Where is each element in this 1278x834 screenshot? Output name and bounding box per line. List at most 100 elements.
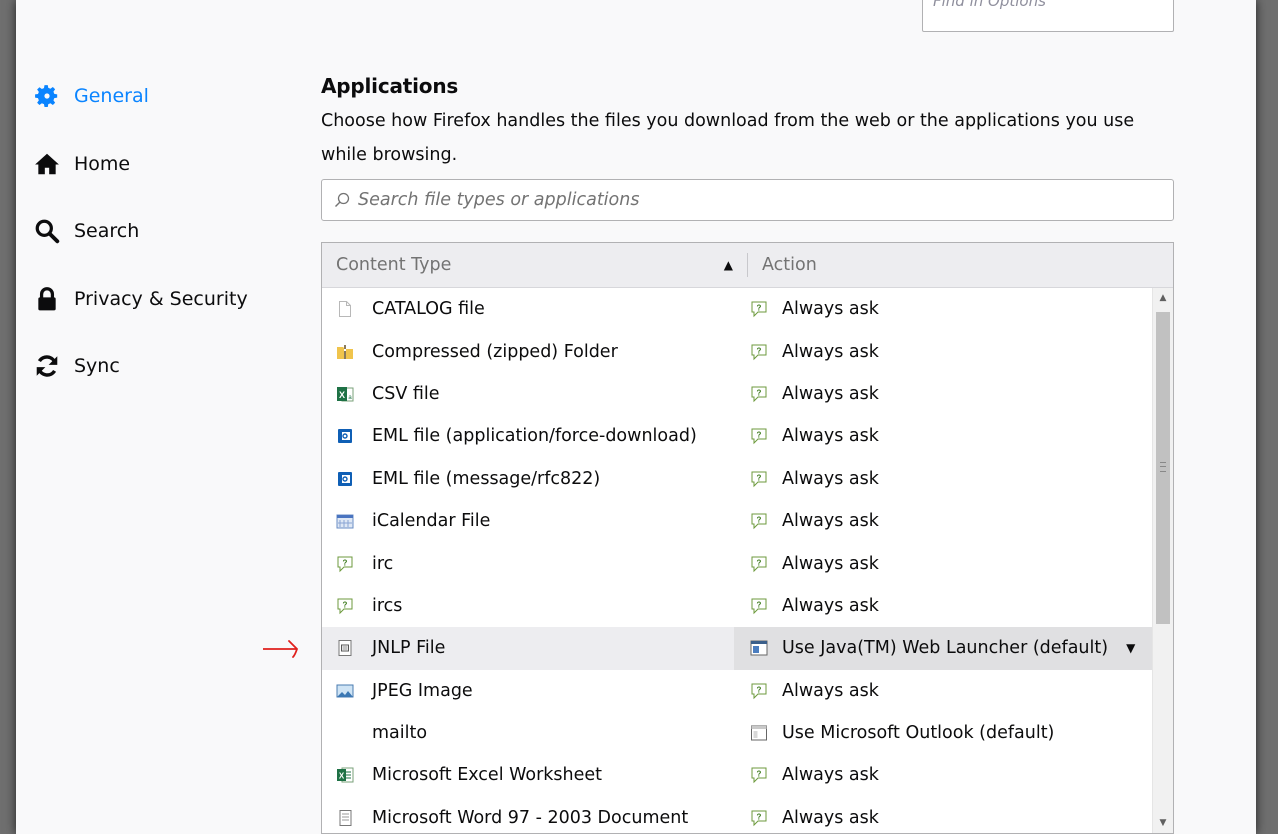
content-type-cell: Xa CSV file — [322, 384, 734, 404]
sort-ascending-icon: ▲ — [723, 258, 733, 272]
table-row[interactable]: Xa CSV file? Always ask — [322, 373, 1152, 415]
search-icon — [335, 192, 350, 207]
svg-text:?: ? — [757, 600, 762, 609]
svg-text:?: ? — [757, 304, 762, 313]
action-label: Always ask — [782, 468, 879, 489]
column-label: Content Type — [336, 255, 452, 275]
chevron-down-icon[interactable]: ▼ — [1126, 641, 1135, 655]
action-dropdown[interactable]: Use Java(TM) Web Launcher (default) ▼ — [734, 627, 1152, 670]
action-label: Always ask — [782, 553, 879, 574]
table-row[interactable]: EML file (application/force-download)? Al… — [322, 415, 1152, 457]
table-row[interactable]: ? ircs? Always ask — [322, 585, 1152, 627]
content-type-label: Microsoft Word 97 - 2003 Document — [372, 807, 689, 828]
ask-icon: ? — [750, 555, 768, 573]
sidebar-item-label: Search — [74, 220, 140, 242]
action-label: Always ask — [782, 383, 879, 404]
table-row[interactable]: ? irc ? Always ask — [322, 542, 1152, 584]
table-row[interactable]: iCalendar File? Always ask — [322, 500, 1152, 542]
content-type-label: JNLP File — [372, 638, 446, 659]
action-label: Always ask — [782, 807, 879, 828]
table-row[interactable]: EML file (message/rfc822)? Always ask — [322, 458, 1152, 500]
action-label: Use Java(TM) Web Launcher (default) — [782, 638, 1109, 659]
category-sidebar: General Home Search Privacy & Security S… — [34, 76, 274, 414]
search-icon — [34, 218, 60, 244]
table-row[interactable]: JNLP File Use Java(TM) Web Launcher (defa… — [322, 627, 1152, 670]
table-row[interactable]: Microsoft Word 97 - 2003 Document? Always… — [322, 797, 1152, 833]
table-row[interactable]: X Microsoft Excel Worksheet ? Always ask — [322, 754, 1152, 796]
action-cell: ? Always ask — [734, 754, 1152, 796]
table-row[interactable]: mailto Use Microsoft Outlook (default) — [322, 712, 1152, 754]
content-type-label: ircs — [372, 595, 403, 616]
ask-icon: ? — [750, 597, 768, 615]
home-icon — [34, 151, 60, 177]
action-cell: ? Always ask — [734, 288, 1152, 330]
table-scrollbar[interactable]: ▲ ▼ — [1152, 288, 1173, 833]
svg-text:?: ? — [757, 473, 762, 482]
outlook-app-icon — [750, 724, 768, 742]
gear-icon — [34, 83, 60, 109]
excel-csv-icon: Xa — [336, 385, 354, 403]
ask-icon: ? — [750, 470, 768, 488]
content-type-label: Microsoft Excel Worksheet — [372, 765, 603, 786]
column-header-content-type[interactable]: Content Type ▲ — [322, 253, 748, 277]
grip-icon — [1160, 462, 1166, 472]
sidebar-item-home[interactable]: Home — [34, 144, 274, 184]
content-type-cell: JPEG Image — [322, 681, 734, 701]
column-header-action[interactable]: Action — [748, 255, 817, 275]
sidebar-item-label: General — [74, 85, 149, 107]
sync-icon — [34, 353, 60, 379]
section-heading: Applications — [321, 74, 459, 98]
content-type-cell: Microsoft Word 97 - 2003 Document — [322, 808, 734, 828]
content-type-cell: Compressed (zipped) Folder — [322, 342, 734, 362]
svg-text:?: ? — [757, 558, 762, 567]
content-type-label: irc — [372, 553, 394, 574]
svg-text:?: ? — [343, 600, 348, 609]
content-type-cell: JNLP File — [322, 638, 734, 658]
action-cell: ? Always ask — [734, 797, 1152, 833]
ask-icon: ? — [750, 385, 768, 403]
action-cell: ? Always ask — [734, 542, 1152, 584]
action-cell: ? Always ask — [734, 458, 1152, 500]
svg-text:?: ? — [757, 812, 762, 821]
sidebar-item-search[interactable]: Search — [34, 211, 274, 251]
action-label: Always ask — [782, 511, 879, 532]
content-type-label: iCalendar File — [372, 511, 491, 532]
content-type-label: JPEG Image — [372, 680, 473, 701]
table-header: Content Type ▲ Action — [322, 243, 1173, 288]
image-icon — [336, 682, 354, 700]
blank-file-icon — [336, 300, 354, 318]
table-row[interactable]: JPEG Image ? Always ask — [322, 670, 1152, 712]
sidebar-item-privacy-security[interactable]: Privacy & Security — [34, 279, 274, 319]
applications-section: Applications Choose how Firefox handles … — [321, 74, 1181, 834]
jnlp-file-icon — [336, 639, 354, 657]
content-type-cell: CATALOG file — [322, 299, 734, 319]
zip-folder-icon — [336, 343, 354, 361]
action-cell: ? Always ask — [734, 670, 1152, 712]
ask-icon: ? — [750, 512, 768, 530]
svg-text:?: ? — [757, 516, 762, 525]
sidebar-item-sync[interactable]: Sync — [34, 346, 274, 386]
content-type-cell: iCalendar File — [322, 511, 734, 531]
scrollbar-thumb[interactable] — [1156, 312, 1170, 624]
sidebar-item-label: Sync — [74, 355, 120, 377]
svg-text:X: X — [339, 772, 345, 781]
find-in-options-input[interactable]: Find in Options — [922, 0, 1174, 32]
action-cell: ? Always ask — [734, 500, 1152, 542]
ask-icon: ? — [750, 427, 768, 445]
content-type-label: CATALOG file — [372, 299, 485, 320]
content-type-cell: EML file (message/rfc822) — [322, 469, 734, 489]
action-label: Always ask — [782, 341, 879, 362]
action-cell: ? Always ask — [734, 373, 1152, 415]
column-label: Action — [762, 255, 817, 275]
scroll-up-arrow-icon[interactable]: ▲ — [1153, 288, 1173, 308]
sidebar-item-label: Privacy & Security — [74, 287, 248, 310]
action-label: Always ask — [782, 680, 879, 701]
svg-text:X: X — [339, 390, 345, 400]
lock-icon — [34, 286, 60, 312]
table-row[interactable]: Compressed (zipped) Folder? Always ask — [322, 330, 1152, 372]
table-row[interactable]: CATALOG file ? Always ask — [322, 288, 1152, 330]
search-file-types-input[interactable]: Search file types or applications — [321, 179, 1174, 221]
scroll-down-arrow-icon[interactable]: ▼ — [1153, 813, 1173, 833]
content-type-cell: EML file (application/force-download) — [322, 426, 734, 446]
sidebar-item-general[interactable]: General — [34, 76, 274, 116]
